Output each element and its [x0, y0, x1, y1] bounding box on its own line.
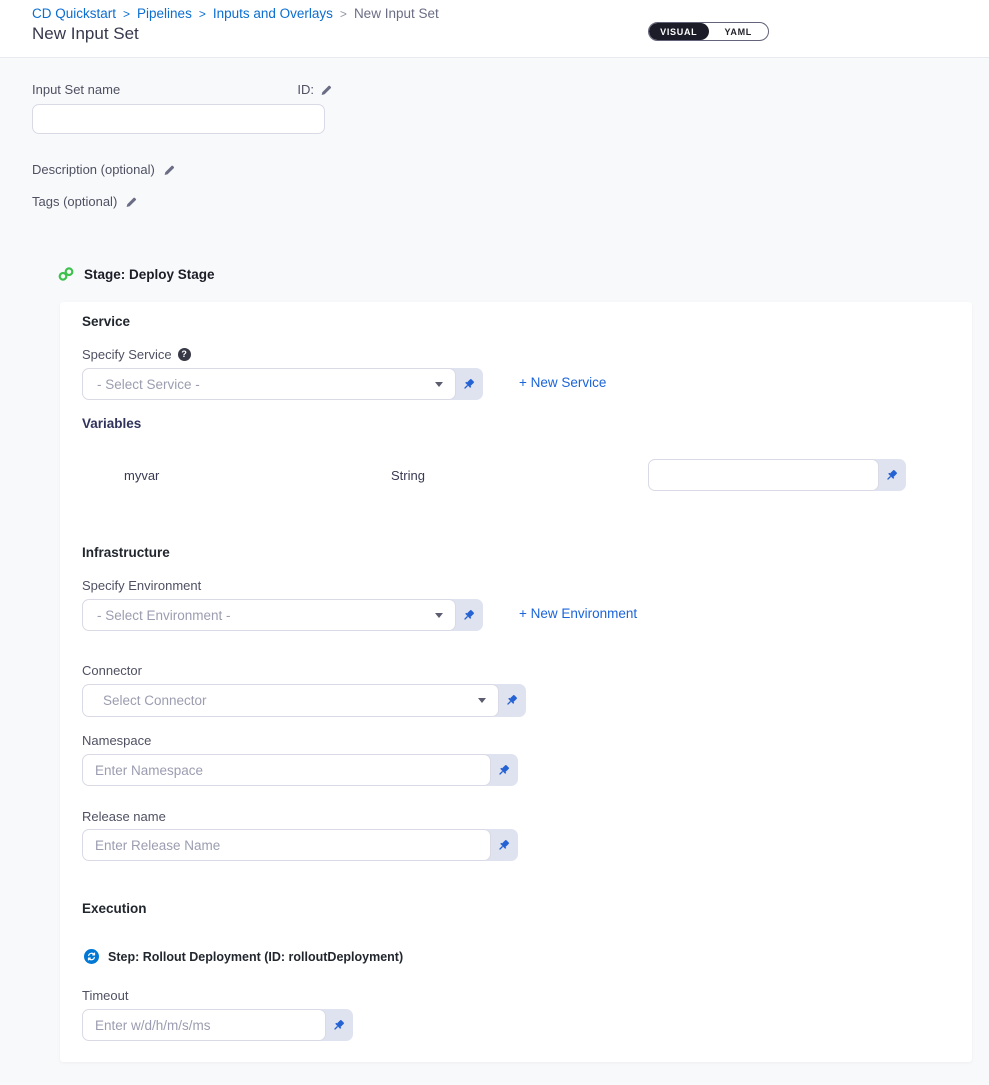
- new-environment-link[interactable]: + New Environment: [519, 606, 637, 621]
- service-section-title: Service: [82, 314, 130, 329]
- infrastructure-section-title: Infrastructure: [82, 545, 170, 560]
- input-set-name-field[interactable]: [32, 104, 325, 134]
- tab-visual[interactable]: VISUAL: [649, 23, 709, 40]
- specify-environment-label: Specify Environment: [82, 578, 201, 593]
- breadcrumb-link-cd-quickstart[interactable]: CD Quickstart: [32, 6, 116, 21]
- input-set-name-label: Input Set name: [32, 82, 120, 97]
- stage-title: Stage: Deploy Stage: [84, 267, 215, 282]
- edit-tags-pencil-icon[interactable]: [125, 196, 137, 208]
- release-name-label: Release name: [82, 809, 166, 824]
- environment-select-placeholder: - Select Environment -: [97, 608, 231, 623]
- description-label: Description (optional): [32, 162, 155, 177]
- variables-section-title: Variables: [82, 416, 141, 431]
- tags-label: Tags (optional): [32, 194, 117, 209]
- breadcrumb: CD Quickstart > Pipelines > Inputs and O…: [32, 6, 439, 21]
- top-header-bar: CD Quickstart > Pipelines > Inputs and O…: [0, 0, 989, 58]
- release-name-field[interactable]: [82, 829, 491, 861]
- breadcrumb-separator: >: [123, 7, 130, 21]
- breadcrumb-separator: >: [199, 7, 206, 21]
- variable-value-field[interactable]: [648, 459, 879, 491]
- edit-id-pencil-icon[interactable]: [320, 84, 332, 96]
- connector-select-placeholder: Select Connector: [103, 693, 207, 708]
- timeout-label: Timeout: [82, 988, 128, 1003]
- execution-section-title: Execution: [82, 901, 147, 916]
- breadcrumb-link-inputs-and-overlays[interactable]: Inputs and Overlays: [213, 6, 333, 21]
- namespace-label: Namespace: [82, 733, 151, 748]
- variable-type: String: [391, 468, 425, 483]
- pin-icon: [496, 838, 511, 853]
- pin-icon: [331, 1018, 346, 1033]
- chevron-down-icon: [478, 698, 486, 703]
- breadcrumb-separator: >: [340, 7, 347, 21]
- service-select-placeholder: - Select Service -: [97, 377, 200, 392]
- id-label: ID:: [297, 82, 314, 97]
- service-select[interactable]: - Select Service -: [82, 368, 456, 400]
- visual-yaml-toggle[interactable]: VISUAL YAML: [648, 22, 769, 41]
- connector-label: Connector: [82, 663, 142, 678]
- rollout-step-icon: [84, 949, 99, 964]
- stage-link-icon: [57, 265, 75, 283]
- specify-service-label: Specify Service: [82, 347, 172, 362]
- pin-icon: [496, 763, 511, 778]
- timeout-field[interactable]: [82, 1009, 326, 1041]
- help-icon[interactable]: ?: [178, 348, 191, 361]
- tab-yaml[interactable]: YAML: [709, 23, 769, 40]
- pin-icon: [461, 608, 476, 623]
- variable-name: myvar: [124, 468, 159, 483]
- environment-select[interactable]: - Select Environment -: [82, 599, 456, 631]
- chevron-down-icon: [435, 613, 443, 618]
- pin-icon: [884, 468, 899, 483]
- connector-select[interactable]: Select Connector: [82, 684, 499, 717]
- chevron-down-icon: [435, 382, 443, 387]
- pin-icon: [461, 377, 476, 392]
- breadcrumb-current: New Input Set: [354, 6, 439, 21]
- page-title: New Input Set: [32, 24, 139, 44]
- edit-description-pencil-icon[interactable]: [163, 164, 175, 176]
- pin-icon: [504, 693, 519, 708]
- namespace-field[interactable]: [82, 754, 491, 786]
- stage-inputs-card: Service Specify Service ? - Select Servi…: [60, 302, 972, 1062]
- breadcrumb-link-pipelines[interactable]: Pipelines: [137, 6, 192, 21]
- step-title: Step: Rollout Deployment (ID: rolloutDep…: [108, 950, 403, 964]
- new-service-link[interactable]: + New Service: [519, 375, 606, 390]
